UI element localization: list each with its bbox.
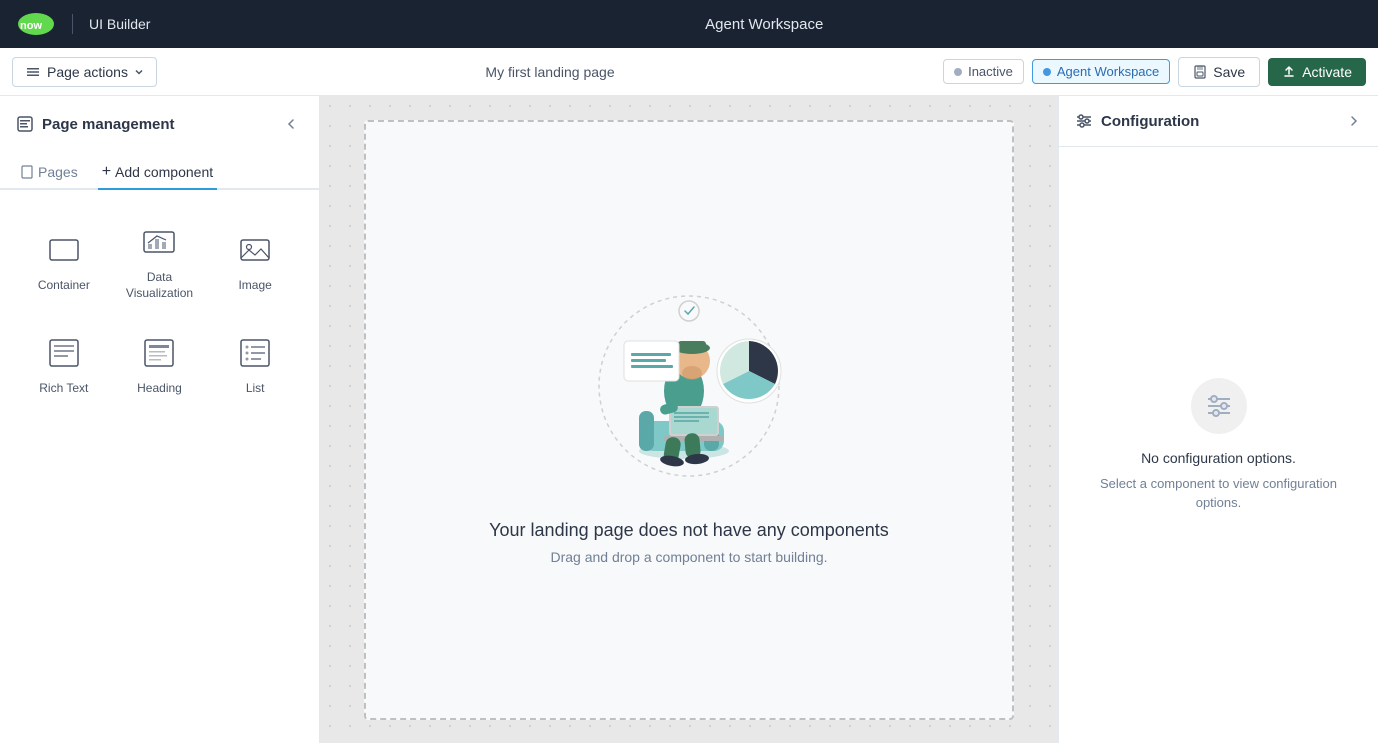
page-title: My first landing page xyxy=(165,64,935,80)
inactive-badge: Inactive xyxy=(943,59,1024,84)
save-icon xyxy=(1193,65,1207,79)
plus-icon: + xyxy=(102,164,111,180)
save-button[interactable]: Save xyxy=(1178,57,1260,87)
rich-text-label: Rich Text xyxy=(39,381,88,397)
data-visualization-label: Data Visualization xyxy=(120,270,200,301)
component-item-container[interactable]: Container xyxy=(16,206,112,317)
container-label: Container xyxy=(38,278,90,294)
component-grid: Container Data Visualization xyxy=(0,190,319,429)
activate-label: Activate xyxy=(1302,64,1352,80)
image-label: Image xyxy=(238,278,271,294)
empty-state-illustration xyxy=(579,276,799,496)
component-item-data-visualization[interactable]: Data Visualization xyxy=(112,206,208,317)
config-icon-wrap xyxy=(1191,378,1247,434)
svg-text:now: now xyxy=(20,20,42,32)
top-navigation: now UI Builder Agent Workspace xyxy=(0,0,1378,48)
empty-state-subtitle: Drag and drop a component to start build… xyxy=(550,549,827,565)
list-label: List xyxy=(246,381,265,397)
empty-state-title: Your landing page does not have any comp… xyxy=(489,520,889,541)
hamburger-icon xyxy=(25,64,41,80)
inactive-dot xyxy=(954,68,962,76)
nav-center-title: Agent Workspace xyxy=(166,16,1362,33)
page-management-icon xyxy=(16,115,34,133)
actions-bar: Page actions My first landing page Inact… xyxy=(0,48,1378,96)
rich-text-icon xyxy=(44,333,84,373)
component-item-heading[interactable]: Heading xyxy=(112,317,208,413)
component-item-image[interactable]: Image xyxy=(207,206,303,317)
component-item-list[interactable]: List xyxy=(207,317,303,413)
expand-right-panel-button[interactable] xyxy=(1346,113,1362,129)
configuration-title: Configuration xyxy=(1101,113,1199,130)
list-icon xyxy=(235,333,275,373)
chart-icon xyxy=(139,222,179,262)
workspace-label: Agent Workspace xyxy=(1057,64,1159,79)
chevron-left-icon xyxy=(283,116,299,132)
main-layout: Page management Pages + Add component xyxy=(0,96,1378,743)
right-title-wrap: Configuration xyxy=(1075,112,1199,130)
sidebar-tabs: Pages + Add component xyxy=(0,144,319,190)
inactive-label: Inactive xyxy=(968,64,1013,79)
right-panel-header: Configuration xyxy=(1059,96,1378,147)
sidebar-title: Page management xyxy=(42,116,175,133)
right-panel-content: No configuration options. Select a compo… xyxy=(1059,147,1378,743)
chevron-right-icon xyxy=(1346,113,1362,129)
right-panel: Configuration No configuration optio xyxy=(1058,96,1378,743)
actions-right: Inactive Agent Workspace Save Activate xyxy=(943,57,1366,87)
save-label: Save xyxy=(1213,64,1245,80)
canvas-area: Your landing page does not have any comp… xyxy=(320,96,1058,743)
sidebar-header: Page management xyxy=(0,96,319,136)
component-item-rich-text[interactable]: Rich Text xyxy=(16,317,112,413)
upload-icon xyxy=(1282,65,1296,79)
sidebar-title-wrap: Page management xyxy=(16,115,175,133)
pages-icon xyxy=(20,165,34,179)
left-sidebar: Page management Pages + Add component xyxy=(0,96,320,743)
config-hint: Select a component to view configuration… xyxy=(1083,474,1354,513)
container-icon xyxy=(44,230,84,270)
image-icon xyxy=(235,230,275,270)
collapse-sidebar-button[interactable] xyxy=(279,112,303,136)
workspace-dot xyxy=(1043,68,1051,76)
workspace-badge: Agent Workspace xyxy=(1032,59,1170,84)
nav-divider xyxy=(72,14,73,34)
config-sliders-icon xyxy=(1205,392,1233,420)
tab-pages[interactable]: Pages xyxy=(16,156,82,190)
heading-label: Heading xyxy=(137,381,182,397)
tab-add-component[interactable]: + Add component xyxy=(98,156,217,190)
builder-title: UI Builder xyxy=(89,16,150,32)
configuration-icon xyxy=(1075,112,1093,130)
page-actions-button[interactable]: Page actions xyxy=(12,57,157,87)
now-logo: now xyxy=(16,10,56,38)
activate-button[interactable]: Activate xyxy=(1268,58,1366,86)
chevron-down-icon xyxy=(134,67,144,77)
page-actions-label: Page actions xyxy=(47,64,128,80)
heading-icon xyxy=(139,333,179,373)
canvas-page: Your landing page does not have any comp… xyxy=(364,120,1014,720)
no-config-label: No configuration options. xyxy=(1141,450,1296,466)
